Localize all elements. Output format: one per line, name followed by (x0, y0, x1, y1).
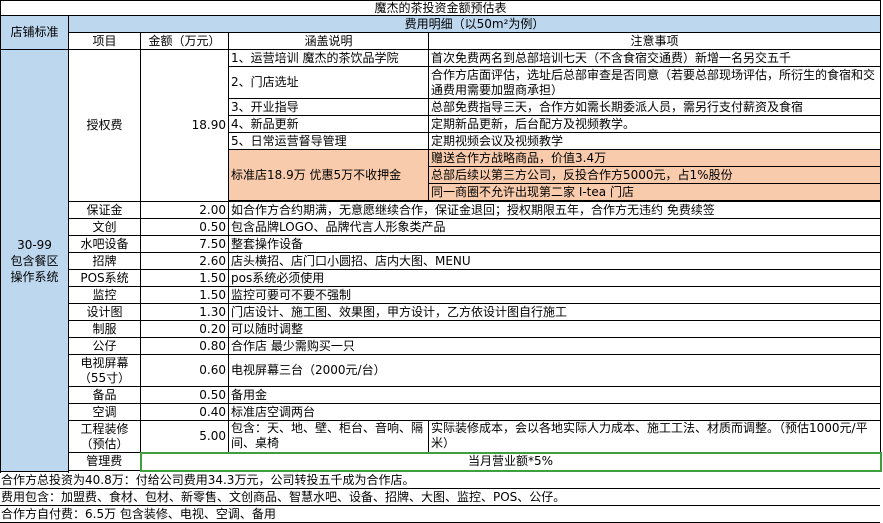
license-note-4: 定期新品更新，后台配方及视频教学。 (427, 115, 882, 133)
license-fee-amount: 18.90 (140, 49, 229, 202)
investment-table: 魔杰的茶投资金额预估表 店铺标准 费用明细（以50m²为例） 项目 金额（万元）… (0, 0, 882, 472)
row-pos-amount: 1.50 (140, 269, 229, 287)
row-spare-amount: 0.50 (140, 386, 229, 404)
row-decor-name: 工程装修 （预估） (68, 420, 141, 453)
row-pos-desc: pos系统必须使用 (227, 269, 882, 287)
row-monitor-amount: 1.50 (140, 286, 229, 304)
row-culture-name: 文创 (68, 218, 141, 236)
row-uniform-desc: 可以随时调整 (227, 320, 882, 338)
row-deposit-desc: 如合作方合约期满，无意愿继续合作，保证金退回；授权期限五年，合作方无违约 免费续… (227, 201, 882, 219)
row-ac-amount: 0.40 (140, 403, 229, 421)
row-signboard-name: 招牌 (68, 252, 141, 270)
footer-total: 合作方总投资为40.8万：付给公司费用34.3万元，公司转投五千成为合作店。 (0, 472, 880, 489)
row-spare-desc: 备用金 (227, 386, 882, 404)
license-desc-2: 2、门店选址 (228, 66, 429, 99)
row-tv-desc: 电视屏幕三台（2000元/台） (227, 354, 882, 387)
license-desc-5: 5、日常运营督导管理 (228, 132, 429, 150)
row-decor-desc: 包含：天、地、壁、柜台、音响、隔间、桌椅 (228, 420, 429, 453)
row-design-amount: 1.30 (140, 303, 229, 321)
promo-note-1: 赠送合作方战略商品，价值3.4万 (427, 149, 882, 167)
row-decor-note: 实际装修成本，会以各地实际人力成本、施工工法、材质而调整。（预估1000元/平米… (427, 420, 882, 453)
license-promo: 标准店18.9万 优惠5万不收押金 (228, 149, 429, 201)
footer-notes: 合作方总投资为40.8万：付给公司费用34.3万元，公司转投五千成为合作店。 费… (0, 472, 880, 523)
license-note-3: 总部免费指导三天，合作方如需长期委派人员，需另行支付薪资及食宿 (427, 98, 882, 116)
row-monitor-name: 监控 (68, 286, 141, 304)
row-bar-equipment-desc: 整套操作设备 (227, 235, 882, 253)
row-monitor-desc: 监控可要可不要不强制 (227, 286, 882, 304)
row-design-desc: 门店设计、施工图、效果图，甲方设计，乙方依设计图自行施工 (227, 303, 882, 321)
license-note-2: 合作方店面评估，选址后总部审查是否同意（若要总部现场评估，所衍生的食宿和交通费用… (427, 66, 882, 99)
row-bar-equipment-amount: 7.50 (140, 235, 229, 253)
col-amount: 金额（万元） (140, 32, 229, 50)
sheet-title: 魔杰的茶投资金额预估表 (0, 0, 882, 16)
row-decor-amount: 5.00 (140, 420, 229, 453)
row-culture-amount: 0.50 (140, 218, 229, 236)
store-type-cell: 30-99 包含餐区 操作系统 (0, 49, 69, 472)
row-bar-equipment-name: 水吧设备 (68, 235, 141, 253)
row-mgmt-name: 管理费 (68, 452, 141, 471)
promo-note-3: 同一商圈不允许出现第二家 I-tea 门店 (427, 183, 882, 201)
license-note-1: 首次免费两名到总部培训七天（不含食宿交通费）新增一名另交五千 (427, 49, 882, 67)
row-deposit-name: 保证金 (68, 201, 141, 219)
row-culture-desc: 包含品牌LOGO、品牌代言人形象类产品 (227, 218, 882, 236)
row-uniform-amount: 0.20 (140, 320, 229, 338)
row-pos-name: POS系统 (68, 269, 141, 287)
store-standard-header: 店铺标准 (0, 15, 69, 50)
row-tv-name: 电视屏幕 （55寸） (68, 354, 141, 387)
row-spare-name: 备品 (68, 386, 141, 404)
row-deposit-amount: 2.00 (140, 201, 229, 219)
row-mgmt-desc[interactable]: 当月营业额*5% (139, 451, 882, 472)
license-desc-3: 3、开业指导 (228, 98, 429, 116)
row-signboard-amount: 2.60 (140, 252, 229, 270)
license-desc-1: 1、运营培训 魔杰的茶饮品学院 (228, 49, 429, 67)
row-doll-name: 公仔 (68, 337, 141, 355)
row-ac-desc: 标准店空调两台 (227, 403, 882, 421)
col-item: 项目 (68, 32, 141, 50)
row-tv-amount: 0.60 (140, 354, 229, 387)
row-signboard-desc: 店头横招、店门口小圆招、店内大图、MENU (227, 252, 882, 270)
row-doll-desc: 合作店 最少需购买一只 (227, 337, 882, 355)
col-note: 注意事项 (427, 32, 882, 50)
row-uniform-name: 制服 (68, 320, 141, 338)
row-ac-name: 空调 (68, 403, 141, 421)
promo-note-2: 总部后续以第三方公司，反投合作方5000元，占1%股份 (427, 166, 882, 184)
cost-detail-header: 费用明细（以50m²为例） (67, 15, 882, 33)
row-design-name: 设计图 (68, 303, 141, 321)
license-note-5: 定期视频会议及视频教学 (427, 132, 882, 150)
license-desc-4: 4、新品更新 (228, 115, 429, 133)
footer-self-paid: 合作方自付费：6.5万 包含装修、电视、空调、备用 (0, 506, 880, 523)
footer-includes: 费用包含：加盟费、食材、包材、新零售、文创商品、智慧水吧、设备、招牌、大图、监控… (0, 489, 880, 506)
col-desc: 涵盖说明 (228, 32, 429, 50)
license-fee-label: 授权费 (68, 49, 141, 202)
row-doll-amount: 0.80 (140, 337, 229, 355)
